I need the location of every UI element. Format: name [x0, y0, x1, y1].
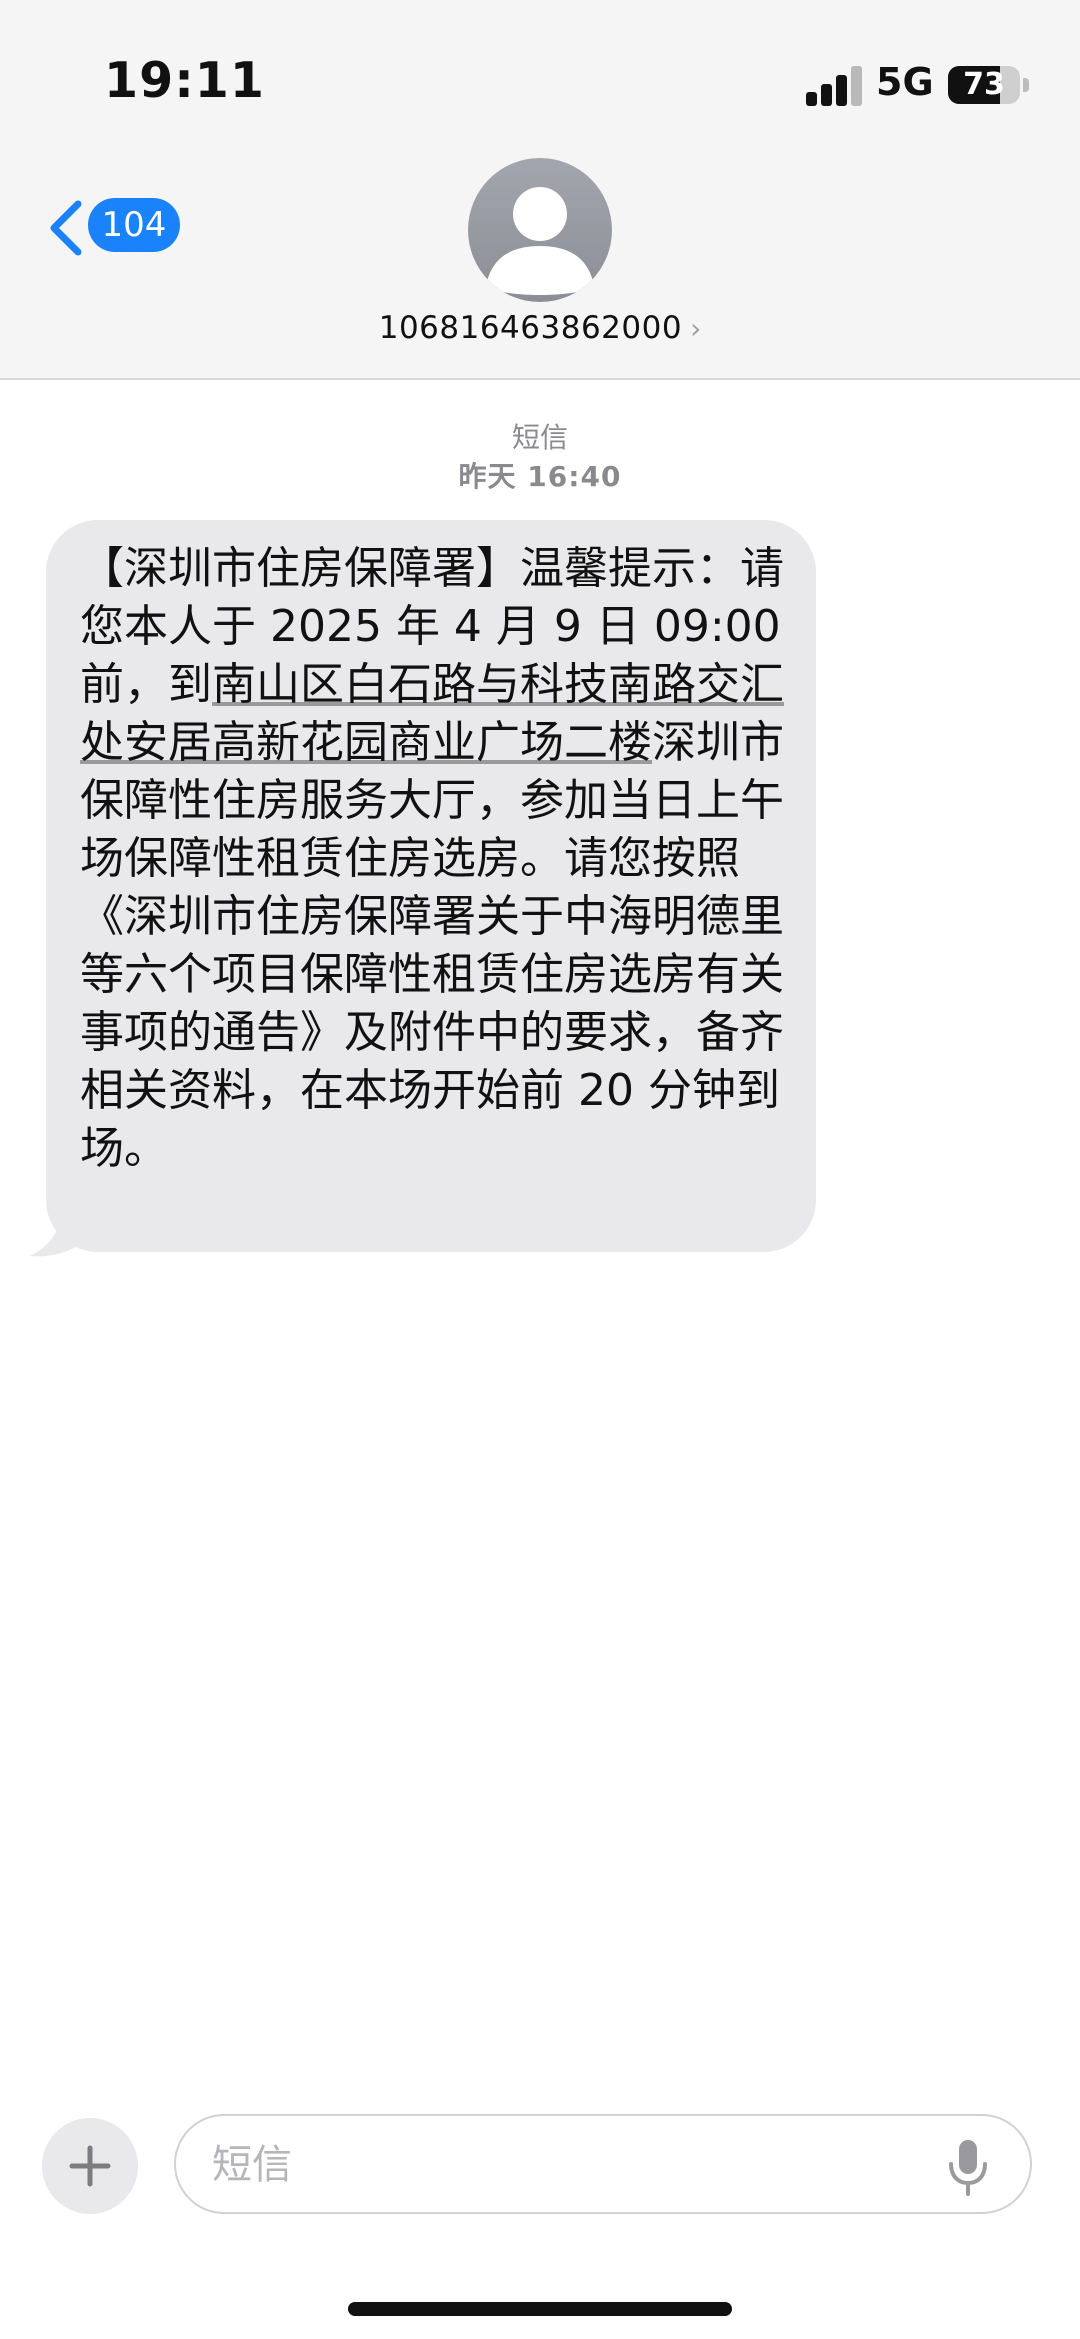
message-timestamp: 昨天 16:40: [458, 460, 622, 493]
contact-name-row[interactable]: 106816463862000 ›: [0, 310, 1080, 346]
message-text-part2: 深圳市保障性住房服务大厅，参加当日上午场保障性租赁住房选房。请您按照《深圳市住房…: [80, 717, 784, 1174]
back-count-badge[interactable]: 104: [88, 198, 180, 252]
service-label: 短信: [511, 421, 568, 454]
back-chevron-icon[interactable]: [44, 198, 88, 258]
chevron-right-icon: ›: [690, 312, 702, 345]
bubble-tail: [30, 1206, 84, 1257]
signal-icon: [806, 66, 862, 106]
network-type: 5G: [876, 60, 934, 104]
message-input-field[interactable]: [174, 2114, 1032, 2214]
battery-icon: 73: [948, 66, 1029, 104]
battery-percent: 73: [963, 67, 1005, 102]
avatar-icon[interactable]: [468, 158, 612, 302]
contact-name[interactable]: 106816463862000: [379, 310, 682, 346]
add-attachment-button[interactable]: [42, 2118, 138, 2214]
conversation-header: 19:11 5G 73 104 106816463862000 ›: [0, 0, 1080, 380]
status-time: 19:11: [104, 52, 265, 109]
message-input[interactable]: [210, 2134, 914, 2196]
plus-icon: [69, 2145, 111, 2187]
messages-screen: 19:11 5G 73 104 106816463862000 › 短信 昨天 …: [0, 0, 1080, 2339]
message-text: 【深圳市住房保障署】温馨提示：请您本人于 2025 年 4 月 9 日 09:0…: [80, 540, 792, 1178]
home-indicator[interactable]: [348, 2302, 732, 2316]
microphone-icon[interactable]: [946, 2138, 990, 2198]
